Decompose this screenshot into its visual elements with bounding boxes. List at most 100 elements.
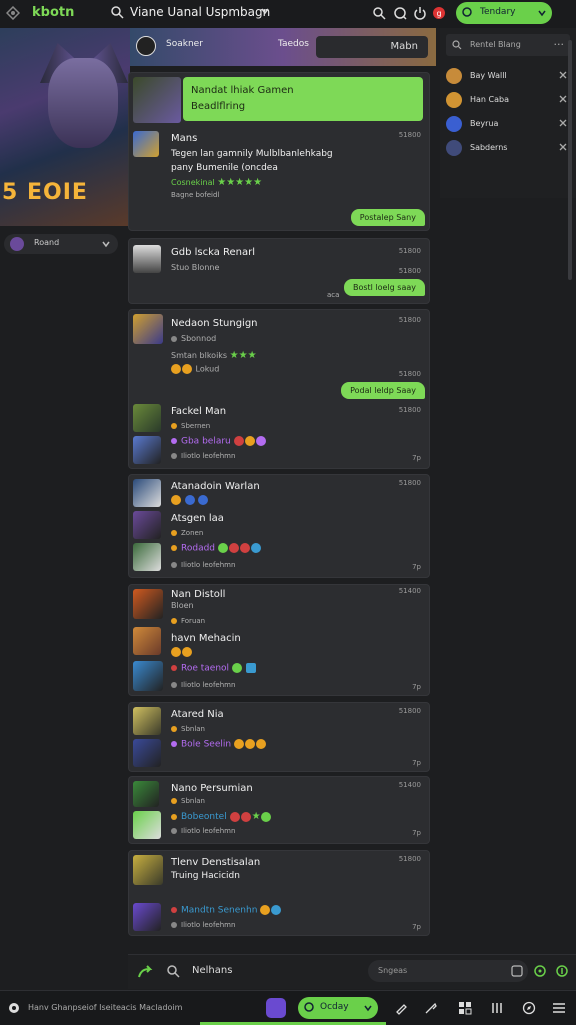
channel-tag[interactable]: Taedos bbox=[278, 39, 309, 49]
close-icon[interactable] bbox=[558, 118, 568, 128]
member-search[interactable]: Rentel Blang ··· bbox=[446, 34, 570, 56]
author-name[interactable]: Nedaon Stungign bbox=[171, 318, 258, 329]
reply-bubble[interactable]: Podal leldp Saay bbox=[341, 382, 425, 399]
hero-banner: 5 EOIE bbox=[0, 28, 130, 226]
attach-icon[interactable] bbox=[511, 965, 523, 977]
author-name[interactable]: Nano Persumian bbox=[171, 783, 253, 794]
avatar bbox=[133, 855, 163, 885]
info-icon[interactable] bbox=[8, 1002, 20, 1014]
avatar bbox=[133, 739, 161, 767]
timestamp: 51800 bbox=[398, 247, 421, 255]
search-icon[interactable] bbox=[166, 964, 180, 978]
channel-header: Soakner Taedos Mabn bbox=[130, 28, 436, 66]
app-launcher-button[interactable] bbox=[266, 998, 286, 1018]
presence-label: Ocday bbox=[320, 1002, 349, 1012]
author-name[interactable]: havn Mehacin bbox=[171, 633, 241, 644]
close-icon[interactable] bbox=[558, 70, 568, 80]
status-selector[interactable]: Tendary bbox=[456, 2, 552, 24]
avatar[interactable] bbox=[136, 36, 156, 56]
timestamp: 51800 bbox=[398, 370, 421, 378]
search-icon[interactable] bbox=[372, 6, 386, 20]
room-title[interactable]: Viane Uanal Uspmbagn bbox=[130, 5, 270, 19]
message-text: Sbonnod bbox=[171, 334, 216, 343]
avatar bbox=[446, 140, 462, 156]
banner-character bbox=[48, 58, 118, 148]
author-name[interactable]: Atanadoin Warlan bbox=[171, 481, 260, 492]
timestamp: 51800 bbox=[398, 131, 421, 139]
message-text: Smtan blkoiks ★★★ bbox=[171, 350, 257, 361]
compass-icon[interactable] bbox=[522, 1001, 536, 1015]
close-icon[interactable] bbox=[558, 142, 568, 152]
timestamp: 51800 bbox=[398, 707, 421, 715]
reaction-row bbox=[171, 495, 209, 505]
avatar bbox=[133, 781, 159, 807]
role-selector[interactable]: Roand bbox=[4, 234, 118, 254]
member-item[interactable]: Sabderns bbox=[444, 138, 568, 158]
author-name[interactable]: Nan Distoll bbox=[171, 589, 225, 600]
message-text: Zonen bbox=[171, 529, 203, 537]
share-icon[interactable] bbox=[136, 963, 154, 981]
avatar bbox=[133, 661, 163, 691]
author-name[interactable]: Tlenv Denstisalan bbox=[171, 857, 260, 868]
member-item[interactable]: Beyrua bbox=[444, 114, 568, 134]
author-name[interactable]: Fackel Man bbox=[171, 406, 226, 417]
member-item[interactable]: Bay Walll bbox=[444, 66, 568, 86]
member-name: Han Caba bbox=[470, 95, 509, 104]
message-card: Atanadoin Warlan 51800 Atsgen laa Zonen … bbox=[128, 474, 430, 578]
menu-icon[interactable] bbox=[110, 5, 124, 19]
timestamp: 7p bbox=[412, 563, 421, 571]
chevron-down-icon bbox=[364, 1005, 372, 1012]
message-input[interactable]: Sngeas bbox=[368, 960, 528, 982]
avatar bbox=[133, 245, 161, 273]
reply-bubble[interactable]: Postalep Sany bbox=[350, 209, 425, 226]
author-name[interactable]: Atared Nia bbox=[171, 709, 224, 720]
power-icon[interactable] bbox=[413, 6, 427, 20]
pen-icon[interactable] bbox=[394, 1001, 408, 1015]
tools-icon[interactable] bbox=[424, 1001, 438, 1015]
scrollbar[interactable] bbox=[568, 40, 572, 280]
author-name[interactable]: Mans bbox=[171, 133, 197, 144]
rating-stars: ★★★★★ bbox=[217, 177, 263, 188]
avatar bbox=[133, 627, 161, 655]
message-text: Sbernen bbox=[171, 422, 210, 430]
rating-stars: ★★★ bbox=[229, 350, 257, 361]
message-card: Tlenv Denstisalan 51800 Truing Hacicidn … bbox=[128, 850, 430, 936]
message-text: Gba belaru bbox=[171, 436, 267, 447]
avatar bbox=[133, 589, 163, 619]
grid-icon[interactable] bbox=[458, 1001, 472, 1015]
channel-tag[interactable]: Soakner bbox=[166, 39, 203, 49]
hamburger-menu-icon[interactable] bbox=[552, 1001, 566, 1015]
status-label: Tendary bbox=[480, 7, 516, 17]
member-item[interactable]: Han Caba bbox=[444, 90, 568, 110]
rating-label: Cosnekinal ★★★★★ bbox=[171, 177, 263, 188]
timestamp: 51800 bbox=[398, 267, 421, 275]
member-name: Sabderns bbox=[470, 143, 508, 152]
message-meta: Bagne bofeidl bbox=[171, 191, 220, 199]
avatar bbox=[133, 811, 161, 839]
author-name[interactable]: Gdb lscka Renarl bbox=[171, 247, 255, 258]
channel-pill[interactable]: Mabn bbox=[316, 36, 428, 58]
avatar bbox=[133, 511, 161, 539]
channel-pill-label: Mabn bbox=[390, 41, 418, 52]
member-name: Bay Walll bbox=[470, 71, 507, 80]
status-icon bbox=[304, 1002, 314, 1012]
send-icon[interactable] bbox=[556, 965, 568, 977]
close-icon[interactable] bbox=[558, 94, 568, 104]
message-card: Nedaon Stungign 51800 Sbonnod Smtan blko… bbox=[128, 309, 430, 469]
author-name[interactable]: Atsgen laa bbox=[171, 513, 224, 524]
chat-icon[interactable] bbox=[393, 6, 407, 20]
avatar bbox=[446, 116, 462, 132]
columns-icon[interactable] bbox=[490, 1001, 504, 1015]
more-icon[interactable]: ··· bbox=[554, 38, 565, 51]
emoji-icon[interactable] bbox=[534, 965, 546, 977]
top-bar: kbotn Viane Uanal Uspmbagn g Tendary bbox=[0, 0, 576, 28]
message-text: Sbnlan bbox=[171, 725, 205, 733]
presence-selector[interactable]: Ocday bbox=[298, 997, 378, 1019]
avatar bbox=[133, 404, 161, 432]
reply-bubble[interactable]: Bostl loelg saay bbox=[343, 279, 425, 296]
chevron-down-icon[interactable] bbox=[260, 6, 270, 16]
announcement-banner[interactable]: Nandat lhiak Gamen Beadlflring bbox=[183, 77, 423, 121]
search-placeholder: Rentel Blang bbox=[470, 40, 521, 49]
message-text: Foruan bbox=[171, 617, 205, 625]
notification-icon[interactable]: g bbox=[432, 6, 446, 20]
